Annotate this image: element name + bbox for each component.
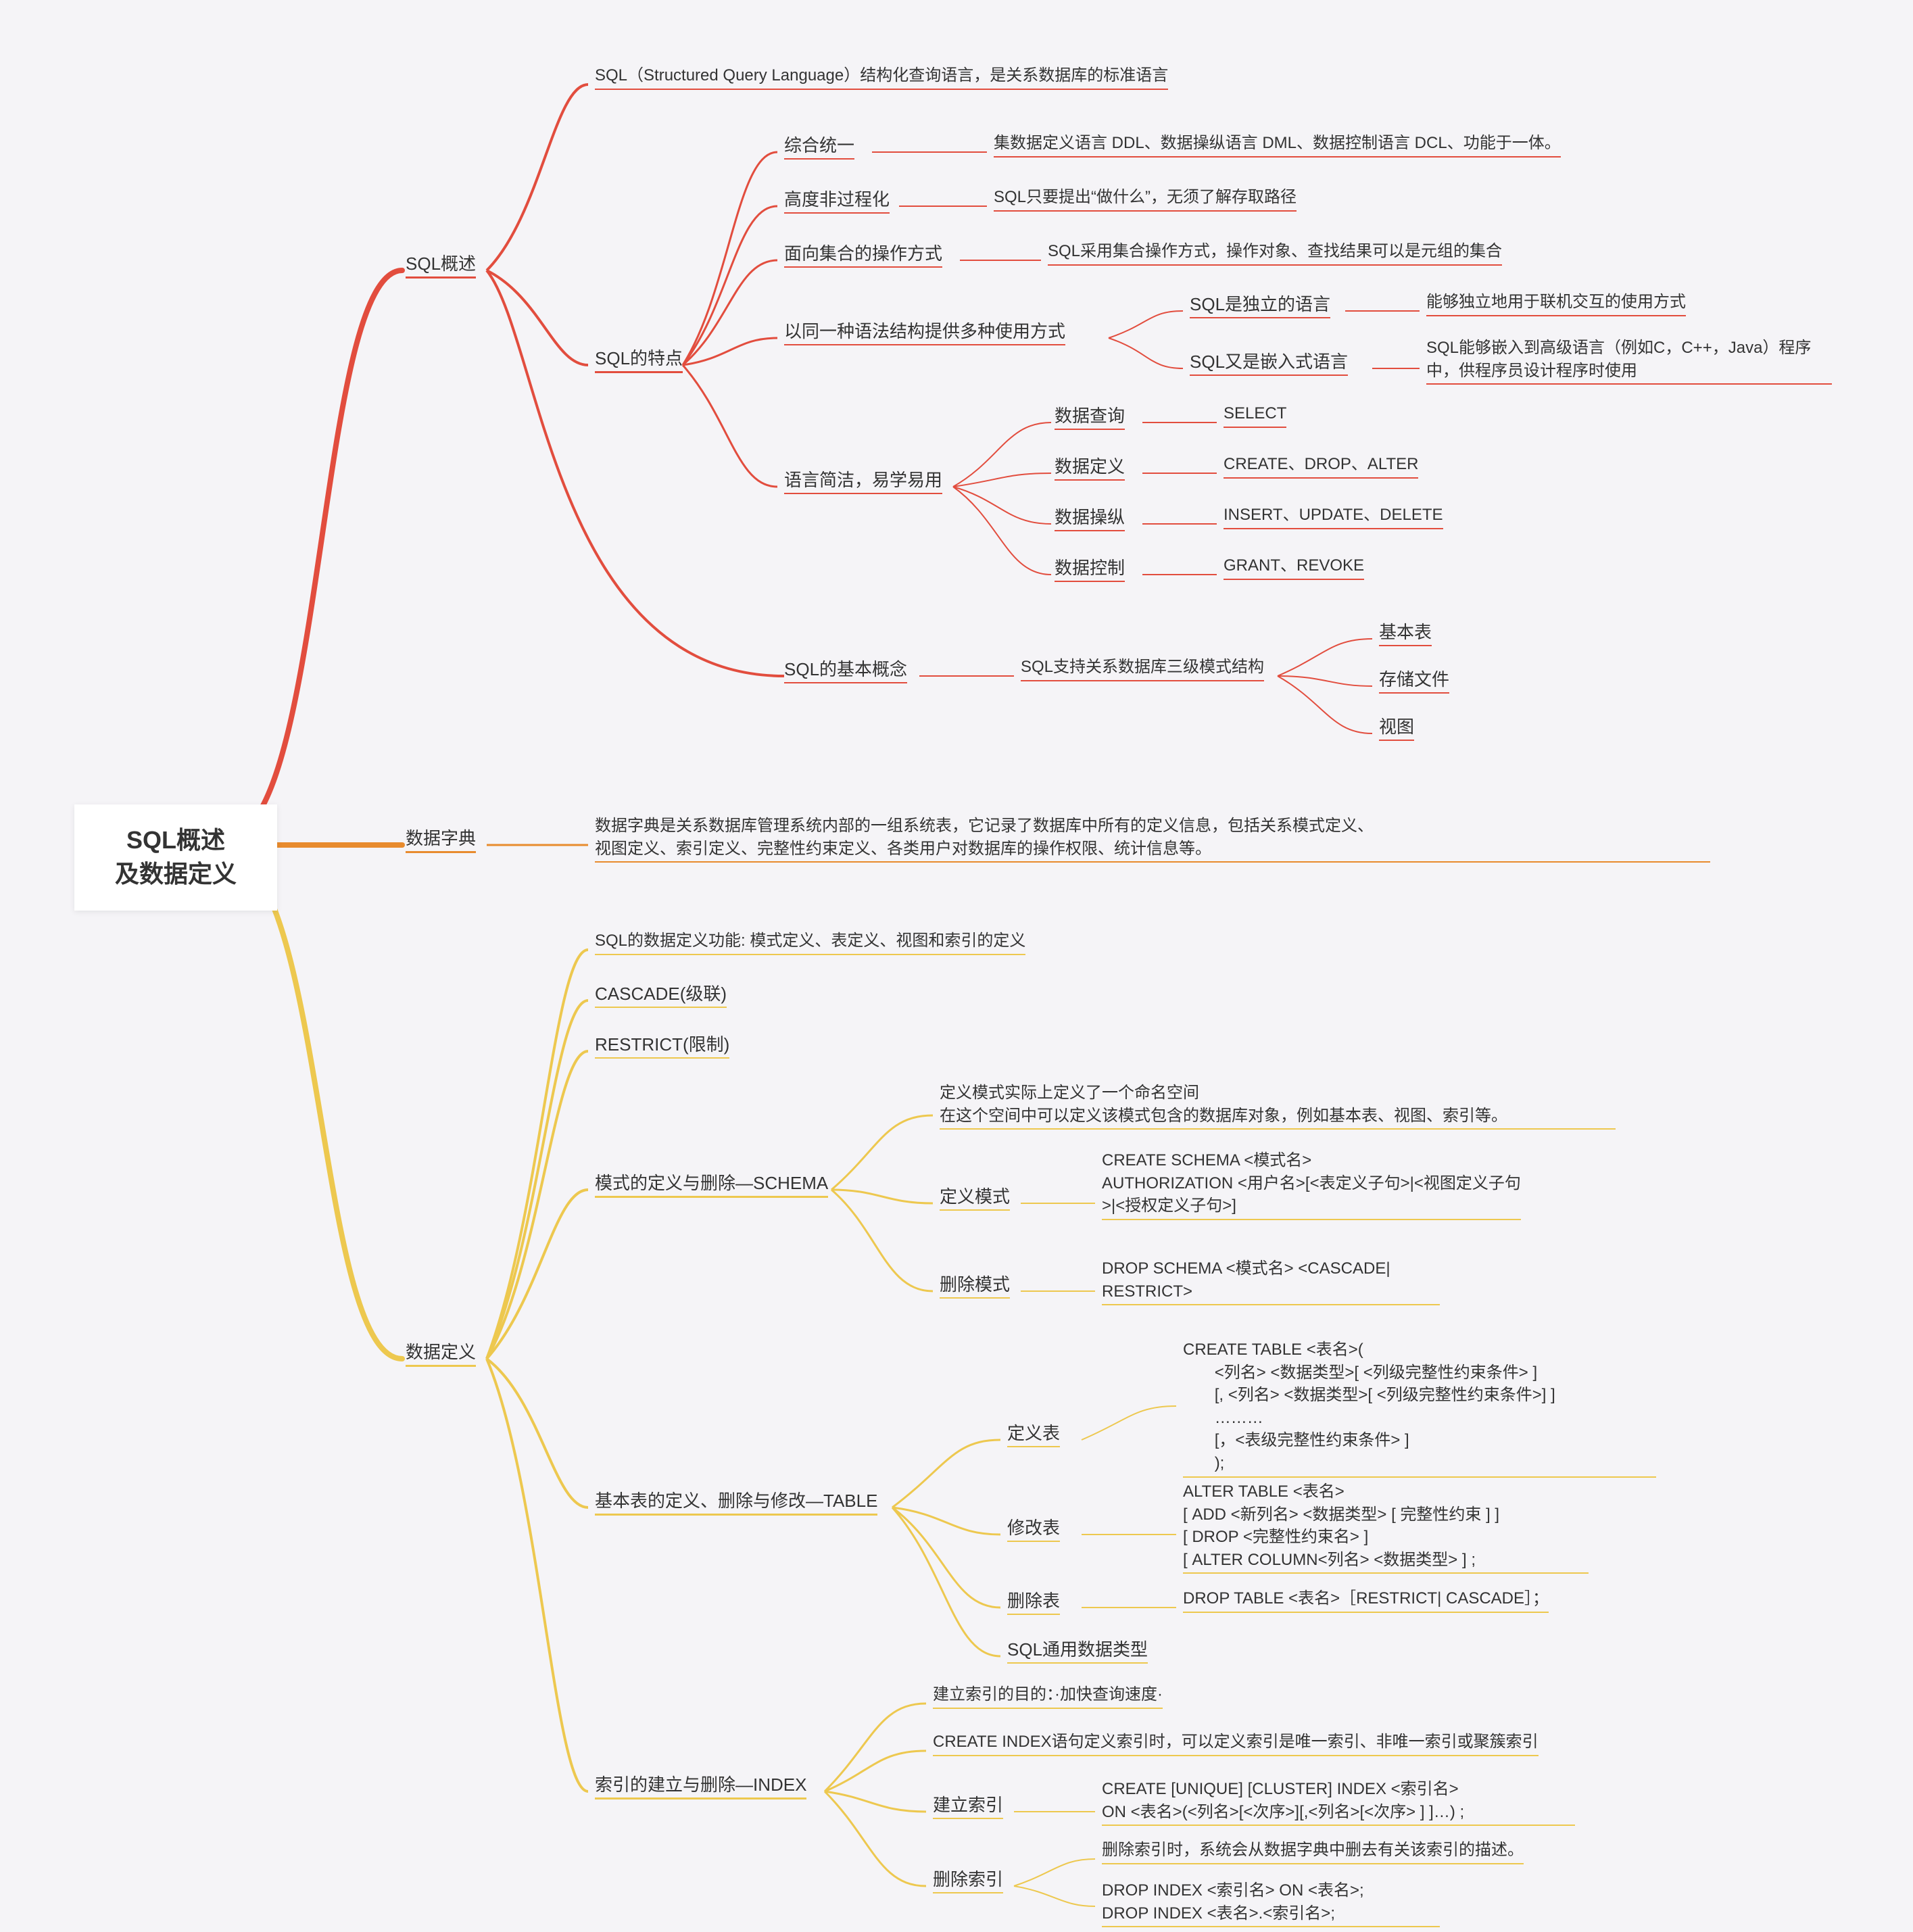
- leaf-setop-desc: SQL采用集合操作方式，操作对象、查找结果可以是元组的集合: [1048, 240, 1502, 266]
- leaf-embedded-desc: SQL能够嵌入到高级语言（例如C，C++，Java）程序中，供程序员设计程序时使…: [1426, 337, 1832, 385]
- leaf-create-index-desc: CREATE [UNIQUE] [CLUSTER] INDEX <索引名> ON…: [1102, 1778, 1575, 1826]
- node-independent[interactable]: SQL是独立的语言: [1190, 291, 1330, 318]
- branch-sql-overview[interactable]: SQL概述: [406, 250, 476, 279]
- node-schema[interactable]: 模式的定义与删除—SCHEMA: [595, 1169, 828, 1198]
- node-index[interactable]: 索引的建立与删除—INDEX: [595, 1771, 806, 1800]
- node-unified[interactable]: 综合统一: [784, 132, 854, 160]
- leaf-sql-definition: SQL（Structured Query Language）结构化查询语言，是关…: [595, 64, 1168, 90]
- node-table[interactable]: 基本表的定义、删除与修改—TABLE: [595, 1487, 877, 1516]
- node-ddef[interactable]: 数据定义: [1055, 453, 1125, 481]
- node-dq[interactable]: 数据查询: [1055, 402, 1125, 430]
- node-create-table[interactable]: 定义表: [1007, 1420, 1060, 1447]
- leaf-storage-file: 存储文件: [1379, 666, 1449, 694]
- node-multi-usage[interactable]: 以同一种语法结构提供多种使用方式: [784, 318, 1065, 345]
- connector-layer: [0, 0, 1913, 1932]
- mindmap-canvas: SQL概述 及数据定义 SQL概述 SQL（Structured Query L…: [0, 0, 1913, 1932]
- node-drop-table[interactable]: 删除表: [1007, 1587, 1060, 1615]
- node-drop-index[interactable]: 删除索引: [933, 1866, 1003, 1893]
- node-create-index[interactable]: 建立索引: [933, 1791, 1003, 1819]
- leaf-ddl-func: SQL的数据定义功能: 模式定义、表定义、视图和索引的定义: [595, 929, 1025, 955]
- leaf-create: CREATE、DROP、ALTER: [1224, 453, 1418, 479]
- leaf-independent-desc: 能够独立地用于联机交互的使用方式: [1426, 291, 1686, 316]
- leaf-drop-index-desc2: DROP INDEX <索引名> ON <表名>; DROP INDEX <表名…: [1102, 1879, 1440, 1927]
- leaf-cascade: CASCADE(级联): [595, 980, 727, 1008]
- leaf-restrict: RESTRICT(限制): [595, 1031, 729, 1059]
- node-create-schema[interactable]: 定义模式: [940, 1183, 1010, 1211]
- leaf-insert: INSERT、UPDATE、DELETE: [1224, 504, 1443, 529]
- leaf-drop-table-desc: DROP TABLE <表名>［RESTRICT| CASCADE］；: [1183, 1587, 1549, 1613]
- leaf-alter-table-desc: ALTER TABLE <表名> [ ADD <新列名> <数据类型> [ 完整…: [1183, 1480, 1589, 1574]
- node-setop[interactable]: 面向集合的操作方式: [784, 240, 942, 268]
- leaf-base-table: 基本表: [1379, 619, 1432, 646]
- leaf-drop-index-desc1: 删除索引时，系统会从数据字典中删去有关该索引的描述。: [1102, 1839, 1524, 1864]
- leaf-view: 视图: [1379, 713, 1414, 741]
- node-basic-concepts[interactable]: SQL的基本概念: [784, 656, 907, 683]
- branch-data-dict[interactable]: 数据字典: [406, 825, 476, 853]
- leaf-unified-desc: 集数据定义语言 DDL、数据操纵语言 DML、数据控制语言 DCL、功能于一体。: [994, 132, 1561, 158]
- branch-data-def[interactable]: 数据定义: [406, 1338, 476, 1367]
- root-node[interactable]: SQL概述 及数据定义: [74, 804, 277, 911]
- node-nonproc[interactable]: 高度非过程化: [784, 186, 890, 214]
- node-dctrl[interactable]: 数据控制: [1055, 554, 1125, 582]
- node-simple[interactable]: 语言简洁，易学易用: [784, 466, 942, 494]
- leaf-three-schema: SQL支持关系数据库三级模式结构: [1021, 656, 1264, 681]
- leaf-create-schema-desc: CREATE SCHEMA <模式名> AUTHORIZATION <用户名>[…: [1102, 1149, 1521, 1220]
- leaf-index-purpose: 建立索引的目的：·加快查询速度·: [933, 1683, 1163, 1709]
- leaf-select: SELECT: [1224, 402, 1286, 428]
- node-sql-features[interactable]: SQL的特点: [595, 345, 683, 373]
- leaf-schema-ns: 定义模式实际上定义了一个命名空间 在这个空间中可以定义该模式包含的数据库对象，例…: [940, 1082, 1616, 1130]
- leaf-index-note: CREATE INDEX语句定义索引时，可以定义索引是唯一索引、非唯一索引或聚簇…: [933, 1731, 1539, 1756]
- node-embedded[interactable]: SQL又是嵌入式语言: [1190, 348, 1348, 376]
- leaf-drop-schema-desc: DROP SCHEMA <模式名> <CASCADE| RESTRICT>: [1102, 1257, 1440, 1305]
- leaf-grant: GRANT、REVOKE: [1224, 554, 1364, 580]
- leaf-nonproc-desc: SQL只要提出“做什么”，无须了解存取路径: [994, 186, 1297, 212]
- node-drop-schema[interactable]: 删除模式: [940, 1271, 1010, 1299]
- node-sql-types[interactable]: SQL通用数据类型: [1007, 1636, 1148, 1664]
- node-dman[interactable]: 数据操纵: [1055, 504, 1125, 531]
- leaf-data-dict-desc: 数据字典是关系数据库管理系统内部的一组系统表，它记录了数据库中所有的定义信息，包…: [595, 815, 1710, 863]
- leaf-create-table-desc: CREATE TABLE <表名>( <列名> <数据类型>[ <列级完整性约束…: [1183, 1338, 1656, 1478]
- node-alter-table[interactable]: 修改表: [1007, 1514, 1060, 1542]
